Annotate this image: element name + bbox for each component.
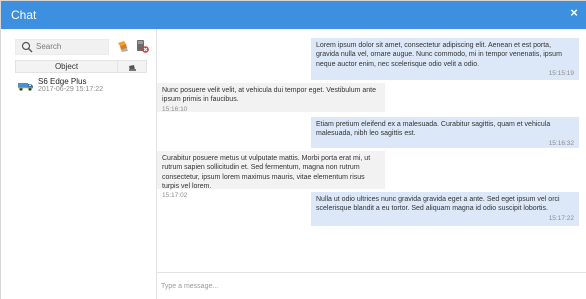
search-input[interactable]: Search <box>36 42 61 51</box>
message-outgoing: Nulla ut odio ultrices nunc gravida grav… <box>311 192 579 226</box>
table-row[interactable]: S6 Edge Plus 2017-06-29 15:17:22 <box>15 75 147 97</box>
close-icon[interactable]: × <box>567 6 581 20</box>
truck-icon <box>18 83 33 91</box>
delete-tool-icon[interactable] <box>134 38 150 54</box>
search-box[interactable]: Search <box>15 39 109 55</box>
message-time: 15:16:10 <box>162 105 188 113</box>
search-icon <box>21 41 33 53</box>
object-name: S6 Edge Plus <box>38 77 87 86</box>
grid-header: Object <box>15 60 147 73</box>
message-text: Etiam pretium eleifend ex a malesuada. C… <box>316 121 551 138</box>
message-time: 15:15:19 <box>548 69 574 77</box>
message-input[interactable] <box>157 273 586 299</box>
chat-window: Chat × Search Object S6 Edge Plus 2017-0… <box>0 0 586 299</box>
message-text: Nulla ut odio ultrices nunc gravida grav… <box>316 196 560 213</box>
column-image[interactable] <box>118 61 146 72</box>
message-text: Nunc posuere velit velit, at vehicula du… <box>162 87 377 104</box>
sidebar: Search Object S6 Edge Plus 2017-06-29 15… <box>1 29 157 299</box>
title-bar: Chat × <box>1 1 586 29</box>
message-outgoing: Lorem ipsum dolor sit amet, consectetur … <box>311 38 579 80</box>
vehicle-tool-icon[interactable] <box>115 38 131 54</box>
message-outgoing: Etiam pretium eleifend ex a malesuada. C… <box>311 117 579 148</box>
message-text: Lorem ipsum dolor sit amet, consectetur … <box>316 42 562 68</box>
message-time: 15:17:22 <box>548 214 574 222</box>
object-timestamp: 2017-06-29 15:17:22 <box>38 86 103 93</box>
image-icon <box>129 65 136 71</box>
message-list[interactable]: Lorem ipsum dolor sit amet, consectetur … <box>157 29 586 272</box>
message-time: 15:16:32 <box>548 139 574 147</box>
message-incoming: Curabitur posuere metus ut vulputate mat… <box>157 151 385 199</box>
message-incoming: Nunc posuere velit velit, at vehicula du… <box>157 83 385 113</box>
column-object[interactable]: Object <box>16 61 118 72</box>
composer <box>157 272 586 299</box>
message-text: Curabitur posuere metus ut vulputate mat… <box>162 155 371 190</box>
window-title: Chat <box>11 8 37 22</box>
